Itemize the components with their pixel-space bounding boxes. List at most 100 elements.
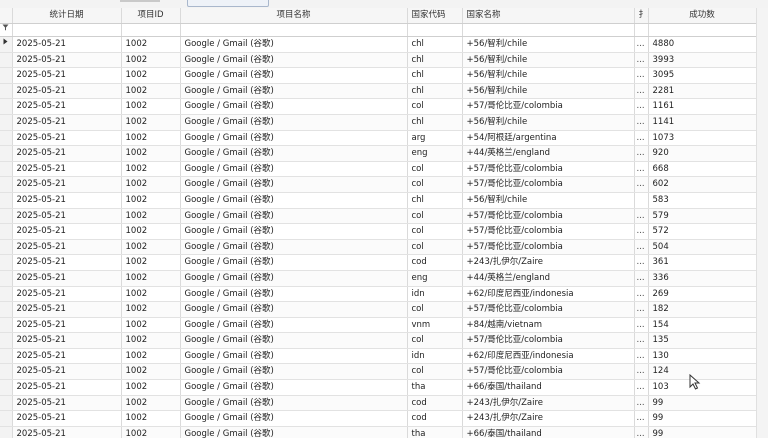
- cell-count[interactable]: 920: [648, 145, 757, 162]
- table-row[interactable]: 2025-05-21 1002 Google / Gmail (谷歌) chl +56/…: [0, 192, 757, 209]
- cell-count[interactable]: 103: [648, 379, 757, 396]
- table-row[interactable]: 2025-05-21 1002 Google / Gmail (谷歌) col +57/…: [0, 223, 757, 240]
- cell-country[interactable]: +57/哥伦比亚/colombia: [462, 161, 635, 178]
- cell-country[interactable]: +57/哥伦比亚/colombia: [462, 98, 635, 115]
- cell-name[interactable]: Google / Gmail (谷歌): [180, 332, 408, 349]
- cell-x[interactable]: ...: [634, 176, 649, 193]
- cell-date[interactable]: 2025-05-21: [12, 363, 122, 381]
- column-header-truncated[interactable]: 扌…: [634, 8, 649, 24]
- cell-country[interactable]: +56/智利/chile: [462, 52, 635, 69]
- cell-code[interactable]: chl: [407, 83, 463, 100]
- cell-count[interactable]: 602: [648, 176, 757, 193]
- filter-cell-count[interactable]: [648, 23, 757, 37]
- cell-date[interactable]: 2025-05-21: [12, 348, 122, 365]
- row-indicator[interactable]: [0, 348, 13, 365]
- cell-id[interactable]: 1002: [121, 145, 181, 162]
- table-row[interactable]: 2025-05-21 1002 Google / Gmail (谷歌) cod +243…: [0, 254, 757, 271]
- cell-country[interactable]: +56/智利/chile: [462, 83, 635, 100]
- column-header-country[interactable]: 国家名称: [462, 8, 635, 24]
- cell-country[interactable]: +57/哥伦比亚/colombia: [462, 363, 635, 381]
- row-indicator[interactable]: [0, 426, 13, 438]
- cell-date[interactable]: 2025-05-21: [12, 395, 122, 412]
- cell-id[interactable]: 1002: [121, 426, 181, 438]
- cell-id[interactable]: 1002: [121, 254, 181, 271]
- row-indicator[interactable]: [0, 161, 13, 178]
- cell-count[interactable]: 336: [648, 270, 757, 287]
- cell-code[interactable]: chl: [407, 52, 463, 69]
- cell-country[interactable]: +44/英格兰/england: [462, 145, 635, 162]
- table-row[interactable]: 2025-05-21 1002 Google / Gmail (谷歌) col +57/…: [0, 176, 757, 193]
- cell-date[interactable]: 2025-05-21: [12, 145, 122, 162]
- cell-code[interactable]: vnm: [407, 317, 463, 334]
- cell-name[interactable]: Google / Gmail (谷歌): [180, 363, 408, 381]
- cell-count[interactable]: 135: [648, 332, 757, 349]
- cell-id[interactable]: 1002: [121, 239, 181, 256]
- cell-date[interactable]: 2025-05-21: [12, 239, 122, 256]
- cell-code[interactable]: col: [407, 208, 463, 225]
- cell-code[interactable]: cod: [407, 254, 463, 271]
- cell-id[interactable]: 1002: [121, 317, 181, 334]
- cell-name[interactable]: Google / Gmail (谷歌): [180, 208, 408, 225]
- cell-x[interactable]: ...: [634, 332, 649, 349]
- table-row[interactable]: 2025-05-21 1002 Google / Gmail (谷歌) cod +243…: [0, 410, 757, 427]
- cell-code[interactable]: tha: [407, 379, 463, 396]
- row-indicator[interactable]: [0, 239, 13, 256]
- table-row[interactable]: 2025-05-21 1002 Google / Gmail (谷歌) chl +56/…: [0, 83, 757, 100]
- table-row[interactable]: 2025-05-21 1002 Google / Gmail (谷歌) col +57/…: [0, 208, 757, 225]
- cell-count[interactable]: 361: [648, 254, 757, 271]
- cell-code[interactable]: col: [407, 363, 463, 381]
- cell-count[interactable]: 154: [648, 317, 757, 334]
- cell-code[interactable]: col: [407, 98, 463, 115]
- filter-cell-date[interactable]: [12, 23, 122, 37]
- cell-date[interactable]: 2025-05-21: [12, 286, 122, 303]
- cell-x[interactable]: ...: [634, 223, 649, 240]
- cell-country[interactable]: +57/哥伦比亚/colombia: [462, 208, 635, 225]
- cell-count[interactable]: 4880: [648, 36, 757, 53]
- cell-count[interactable]: 124: [648, 363, 757, 381]
- cell-count[interactable]: 99: [648, 410, 757, 427]
- column-header-code[interactable]: 国家代码: [407, 8, 463, 24]
- cell-date[interactable]: 2025-05-21: [12, 130, 122, 147]
- cell-id[interactable]: 1002: [121, 286, 181, 303]
- cell-date[interactable]: 2025-05-21: [12, 161, 122, 178]
- cell-name[interactable]: Google / Gmail (谷歌): [180, 161, 408, 178]
- cell-x[interactable]: ...: [634, 52, 649, 69]
- cell-country[interactable]: +56/智利/chile: [462, 114, 635, 131]
- cell-date[interactable]: 2025-05-21: [12, 36, 122, 53]
- table-row[interactable]: 2025-05-21 1002 Google / Gmail (谷歌) chl +56/…: [0, 52, 757, 69]
- cell-id[interactable]: 1002: [121, 52, 181, 69]
- cell-count[interactable]: 1141: [648, 114, 757, 131]
- cell-country[interactable]: +56/智利/chile: [462, 192, 635, 209]
- cell-date[interactable]: 2025-05-21: [12, 254, 122, 271]
- table-row[interactable]: 2025-05-21 1002 Google / Gmail (谷歌) eng +44/…: [0, 145, 757, 162]
- cell-id[interactable]: 1002: [121, 176, 181, 193]
- cell-x[interactable]: ...: [634, 130, 649, 147]
- cell-code[interactable]: cod: [407, 395, 463, 412]
- cell-x[interactable]: ...: [634, 317, 649, 334]
- filter-cell-id[interactable]: [121, 23, 181, 37]
- table-row[interactable]: 2025-05-21 1002 Google / Gmail (谷歌) col +57/…: [0, 161, 757, 178]
- cell-name[interactable]: Google / Gmail (谷歌): [180, 52, 408, 69]
- cell-code[interactable]: col: [407, 301, 463, 318]
- cell-code[interactable]: chl: [407, 114, 463, 131]
- row-indicator[interactable]: [0, 114, 13, 131]
- cell-country[interactable]: +62/印度尼西亚/indonesia: [462, 348, 635, 365]
- cell-name[interactable]: Google / Gmail (谷歌): [180, 254, 408, 271]
- cell-country[interactable]: +57/哥伦比亚/colombia: [462, 332, 635, 349]
- row-indicator[interactable]: [0, 379, 13, 396]
- cell-id[interactable]: 1002: [121, 130, 181, 147]
- cell-x[interactable]: ...: [634, 98, 649, 115]
- cell-country[interactable]: +57/哥伦比亚/colombia: [462, 239, 635, 256]
- cell-name[interactable]: Google / Gmail (谷歌): [180, 270, 408, 287]
- cell-code[interactable]: arg: [407, 130, 463, 147]
- column-header-count[interactable]: 成功数: [648, 8, 757, 24]
- cell-date[interactable]: 2025-05-21: [12, 176, 122, 193]
- cell-id[interactable]: 1002: [121, 363, 181, 381]
- cell-date[interactable]: 2025-05-21: [12, 83, 122, 100]
- cell-name[interactable]: Google / Gmail (谷歌): [180, 223, 408, 240]
- cell-x[interactable]: ...: [634, 363, 649, 381]
- cell-x[interactable]: ...: [634, 348, 649, 365]
- cell-name[interactable]: Google / Gmail (谷歌): [180, 395, 408, 412]
- cell-x[interactable]: ...: [634, 254, 649, 271]
- cell-count[interactable]: 579: [648, 208, 757, 225]
